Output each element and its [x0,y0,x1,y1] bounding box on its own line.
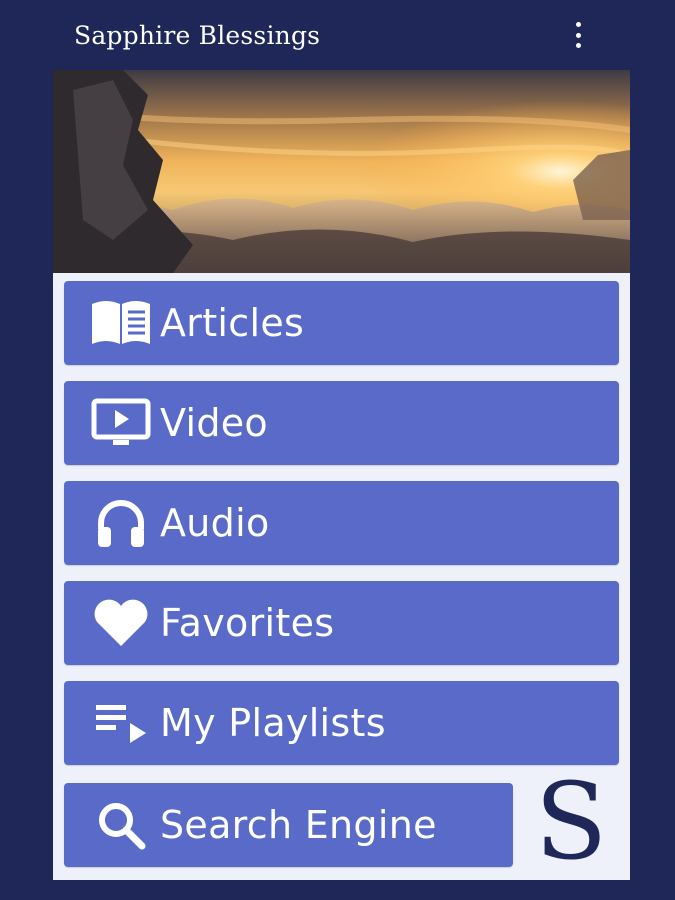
brand-logo: S [534,759,608,883]
menu-item-label: My Playlists [160,701,386,745]
menu-item-articles[interactable]: Articles [64,281,619,365]
book-icon [90,292,152,354]
menu-item-favorites[interactable]: Favorites [64,581,619,665]
app-title: Sapphire Blessings [74,20,321,50]
menu-panel: Articles Video Audio Favorites My Playli… [53,273,630,883]
menu-item-audio[interactable]: Audio [64,481,619,565]
menu-item-label: Favorites [160,601,335,645]
search-icon [90,794,152,856]
playlist-icon [90,692,152,754]
menu-item-video[interactable]: Video [64,381,619,465]
menu-item-label: Articles [160,301,305,345]
app-bar: Sapphire Blessings [53,0,630,70]
header-banner-image [53,70,630,273]
menu-item-label: Video [160,401,268,445]
menu-item-search-engine[interactable]: Search Engine [64,783,513,867]
menu-item-my-playlists[interactable]: My Playlists [64,681,619,765]
menu-item-label: Search Engine [160,803,437,847]
heart-icon [90,592,152,654]
more-vert-icon[interactable] [572,22,584,48]
headphones-icon [90,492,152,554]
menu-item-label: Audio [160,501,270,545]
video-icon [90,392,152,454]
